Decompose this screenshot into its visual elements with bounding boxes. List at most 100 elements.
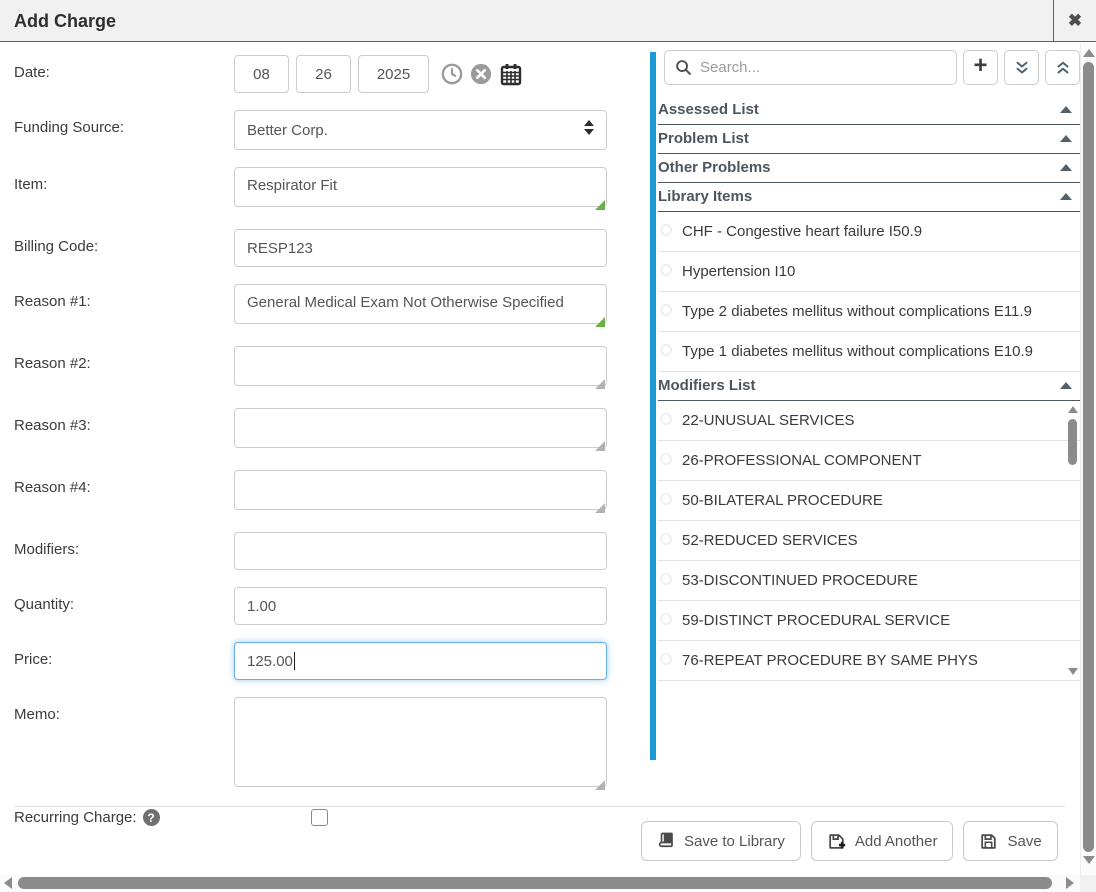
expand-all-button[interactable]: [1045, 50, 1080, 85]
reason4-field[interactable]: [234, 470, 607, 510]
clear-date-icon[interactable]: [470, 63, 492, 85]
section-header-other-problems[interactable]: Other Problems: [658, 154, 1080, 183]
funding-source-value: Better Corp.: [247, 122, 328, 139]
reason3-field[interactable]: [234, 408, 607, 448]
reason3-row: Reason #3:: [14, 408, 639, 453]
resize-grip-icon[interactable]: [595, 441, 605, 451]
section-header-modifiers-list[interactable]: Modifiers List: [658, 372, 1080, 401]
memo-field[interactable]: [234, 697, 607, 787]
section-header-library-items[interactable]: Library Items: [658, 183, 1080, 212]
recurring-charge-row: Recurring Charge: ?: [14, 809, 639, 826]
calendar-icon[interactable]: [499, 62, 523, 86]
date-label: Date:: [14, 55, 234, 93]
panel-accent-bar: [650, 52, 656, 760]
section-other-problems: Other Problems: [658, 154, 1080, 183]
add-code-button[interactable]: +: [963, 50, 998, 85]
save-button[interactable]: Save: [963, 821, 1057, 861]
recurring-charge-checkbox[interactable]: [311, 809, 328, 826]
quantity-label: Quantity:: [14, 587, 234, 625]
scroll-right-arrow-icon[interactable]: [1066, 877, 1074, 889]
modifier-item[interactable]: 59-DISTINCT PROCEDURAL SERVICE: [658, 601, 1080, 641]
funding-source-select[interactable]: Better Corp.: [234, 110, 607, 150]
vertical-scrollbar[interactable]: [1080, 43, 1096, 875]
date-year-input[interactable]: [358, 55, 429, 93]
modifier-item[interactable]: 76-REPEAT PROCEDURE BY SAME PHYS: [658, 641, 1080, 681]
horizontal-scrollbar[interactable]: [0, 875, 1080, 892]
reason2-field[interactable]: [234, 346, 607, 386]
quantity-row: Quantity:: [14, 587, 639, 625]
modal-header: Add Charge ✖: [0, 0, 1096, 42]
search-row: +: [664, 50, 1080, 85]
reason1-field[interactable]: General Medical Exam Not Otherwise Speci…: [234, 284, 607, 324]
library-item[interactable]: Hypertension I10: [658, 252, 1080, 292]
current-time-icon[interactable]: [441, 63, 463, 85]
code-picker-panel: + Assessed List Problem List Other Probl…: [650, 50, 1080, 681]
item-field[interactable]: Respirator Fit: [234, 167, 607, 207]
library-item[interactable]: Type 1 diabetes mellitus without complic…: [658, 332, 1080, 372]
close-button[interactable]: ✖: [1053, 0, 1096, 42]
search-box[interactable]: [664, 50, 957, 85]
scrollbar-thumb[interactable]: [18, 877, 1052, 889]
item-bullet-icon: [660, 344, 672, 356]
modifiers-scrollbar[interactable]: [1067, 404, 1080, 677]
price-value: 125.00: [247, 653, 293, 670]
double-chevron-down-icon: [1013, 59, 1031, 77]
help-icon[interactable]: ?: [143, 809, 160, 826]
modifiers-row: Modifiers:: [14, 532, 639, 570]
collapse-caret-icon[interactable]: [1060, 164, 1072, 171]
reason1-row: Reason #1: General Medical Exam Not Othe…: [14, 284, 639, 329]
collapse-caret-icon[interactable]: [1060, 193, 1072, 200]
item-bullet-icon: [660, 533, 672, 545]
save-to-library-button[interactable]: Save to Library: [641, 821, 801, 861]
quantity-field[interactable]: [234, 587, 607, 625]
close-icon: ✖: [1068, 11, 1082, 31]
library-items-list: CHF - Congestive heart failure I50.9 Hyp…: [658, 212, 1080, 372]
item-row: Item: Respirator Fit: [14, 167, 639, 212]
scroll-up-arrow-icon[interactable]: [1083, 49, 1095, 57]
price-field[interactable]: 125.00: [234, 642, 607, 680]
section-header-problem-list[interactable]: Problem List: [658, 125, 1080, 154]
date-day-input[interactable]: [296, 55, 351, 93]
scroll-up-arrow-icon[interactable]: [1068, 406, 1078, 413]
footer-buttons: Save to Library Add Another Save: [641, 821, 1058, 861]
modifier-item[interactable]: 53-DISCONTINUED PROCEDURE: [658, 561, 1080, 601]
section-problem-list: Problem List: [658, 125, 1080, 154]
collapse-caret-icon[interactable]: [1060, 382, 1072, 389]
resize-grip-icon[interactable]: [595, 780, 605, 790]
collapse-all-button[interactable]: [1004, 50, 1039, 85]
reason2-row: Reason #2:: [14, 346, 639, 391]
scroll-down-arrow-icon[interactable]: [1068, 668, 1078, 675]
scroll-left-arrow-icon[interactable]: [4, 877, 12, 889]
modifier-item[interactable]: 26-PROFESSIONAL COMPONENT: [658, 441, 1080, 481]
section-header-assessed-list[interactable]: Assessed List: [658, 96, 1080, 125]
billing-code-label: Billing Code:: [14, 229, 234, 267]
resize-grip-icon[interactable]: [595, 379, 605, 389]
scrollbar-thumb[interactable]: [1083, 62, 1094, 852]
search-input[interactable]: [700, 59, 946, 76]
resize-grip-icon[interactable]: [595, 503, 605, 513]
modifier-item[interactable]: 50-BILATERAL PROCEDURE: [658, 481, 1080, 521]
add-another-button[interactable]: Add Another: [811, 821, 954, 861]
modifier-item[interactable]: 52-REDUCED SERVICES: [658, 521, 1080, 561]
scrollbar-corner: [1080, 875, 1096, 892]
footer-divider: [14, 806, 1065, 807]
resize-grip-icon[interactable]: [595, 200, 605, 210]
memo-row: Memo:: [14, 697, 639, 792]
modifier-item[interactable]: 22-UNUSUAL SERVICES: [658, 401, 1080, 441]
section-modifiers-list: Modifiers List 22-UNUSUAL SERVICES 26-PR: [658, 372, 1080, 681]
billing-code-field[interactable]: [234, 229, 607, 267]
library-item[interactable]: CHF - Congestive heart failure I50.9: [658, 212, 1080, 252]
modifiers-field[interactable]: [234, 532, 607, 570]
item-bullet-icon: [660, 613, 672, 625]
modifiers-items-list: 22-UNUSUAL SERVICES 26-PROFESSIONAL COMP…: [658, 401, 1080, 681]
resize-grip-icon[interactable]: [595, 317, 605, 327]
collapse-caret-icon[interactable]: [1060, 135, 1072, 142]
plus-icon: +: [973, 54, 987, 78]
collapse-caret-icon[interactable]: [1060, 106, 1072, 113]
library-item[interactable]: Type 2 diabetes mellitus without complic…: [658, 292, 1080, 332]
item-bullet-icon: [660, 573, 672, 585]
date-month-input[interactable]: [234, 55, 289, 93]
scroll-down-arrow-icon[interactable]: [1083, 856, 1095, 864]
scrollbar-thumb[interactable]: [1068, 419, 1077, 465]
modifiers-scroll-area: 22-UNUSUAL SERVICES 26-PROFESSIONAL COMP…: [658, 401, 1080, 681]
